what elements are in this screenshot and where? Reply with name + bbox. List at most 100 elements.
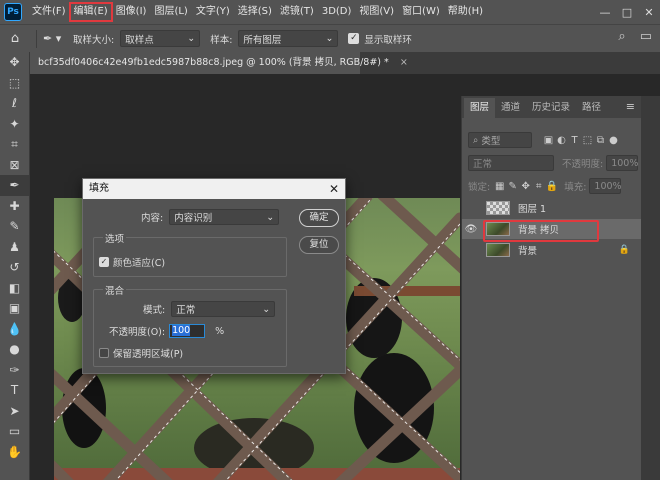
- tab-channels[interactable]: 通道: [495, 98, 526, 118]
- lock-image-icon[interactable]: ✎: [506, 181, 519, 192]
- eraser-tool-icon[interactable]: ◧: [0, 278, 29, 299]
- pen-tool-icon[interactable]: ✑: [0, 360, 29, 381]
- preserve-transparency-checkbox[interactable]: [99, 348, 109, 358]
- lock-transparent-icon[interactable]: ▦: [493, 181, 506, 192]
- type-tool-icon[interactable]: T: [0, 380, 29, 401]
- document-tab-bar: bcf35df0406c42e49fb1edc5987b88c8.jpeg @ …: [30, 52, 660, 74]
- layer-name: 图层 1: [518, 204, 547, 215]
- chevron-down-icon: ⌄: [266, 211, 275, 223]
- sample-label: 样本:: [210, 34, 233, 46]
- lasso-tool-icon[interactable]: ℓ: [0, 93, 29, 114]
- fill-field[interactable]: 100%: [589, 178, 622, 194]
- mode-row: 模式: 正常 ⌄: [143, 301, 276, 317]
- color-adapt-checkbox[interactable]: ✓: [99, 257, 109, 267]
- type-filter-icon[interactable]: T: [568, 135, 581, 146]
- marquee-tool-icon[interactable]: ⬚: [0, 73, 29, 94]
- content-value: 内容识别: [174, 213, 213, 224]
- ok-button[interactable]: 确定: [299, 209, 339, 227]
- workspace-icon[interactable]: ▭: [640, 29, 652, 44]
- dodge-tool-icon[interactable]: ●: [0, 339, 29, 360]
- move-tool-icon[interactable]: ✥: [0, 52, 29, 73]
- opacity-input[interactable]: 100: [169, 324, 206, 338]
- lock-position-icon[interactable]: ✥: [519, 181, 532, 192]
- panel-menu-icon[interactable]: ≡: [626, 100, 635, 113]
- opacity-field[interactable]: 100%: [606, 155, 638, 171]
- document-title: bcf35df0406c42e49fb1edc5987b88c8.jpeg @ …: [38, 57, 389, 68]
- opacity-unit: %: [215, 325, 225, 337]
- menu-3d[interactable]: 3D(D): [318, 3, 356, 21]
- path-selection-tool-icon[interactable]: ➤: [0, 401, 29, 422]
- menu-window[interactable]: 窗口(W): [398, 3, 444, 21]
- brush-tool-icon[interactable]: ✎: [0, 216, 29, 237]
- healing-brush-tool-icon[interactable]: ✚: [0, 196, 29, 217]
- blur-tool-icon[interactable]: 💧: [0, 319, 29, 340]
- tools-panel: ✥ ⬚ ℓ ✦ ⌗ ⊠ ✒ ✚ ✎ ♟ ↺ ◧ ▣ 💧 ● ✑ T ➤ ▭ ✋: [0, 52, 30, 480]
- tab-layers[interactable]: 图层: [464, 98, 496, 118]
- menu-view[interactable]: 视图(V): [355, 3, 398, 21]
- preserve-label: 保留透明区域(P): [113, 349, 184, 360]
- minimize-button[interactable]: —: [594, 0, 616, 24]
- opacity-label: 不透明度:: [562, 159, 604, 170]
- magic-wand-tool-icon[interactable]: ✦: [0, 114, 29, 135]
- blend-row: 正常 不透明度: 100%: [462, 155, 642, 171]
- divider: [36, 29, 37, 48]
- search-icon[interactable]: ⌕: [618, 29, 625, 44]
- menu-file[interactable]: 文件(F): [28, 3, 70, 21]
- history-brush-tool-icon[interactable]: ↺: [0, 257, 29, 278]
- menu-edit[interactable]: 编辑(E): [68, 2, 113, 22]
- rectangle-tool-icon[interactable]: ▭: [0, 421, 29, 442]
- sample-select[interactable]: 所有图层 ⌄: [238, 30, 339, 47]
- menu-bar: Ps 文件(F) 编辑(E) 图像(I) 图层(L) 文字(Y) 选择(S) 滤…: [0, 0, 660, 24]
- photoshop-logo: Ps: [4, 3, 22, 21]
- show-ring-checkbox[interactable]: ✓: [348, 33, 360, 44]
- lock-artboard-icon[interactable]: ⌗: [532, 181, 545, 192]
- lock-icon: 🔒: [618, 245, 630, 255]
- content-select[interactable]: 内容识别 ⌄: [169, 209, 280, 225]
- hand-tool-icon[interactable]: ✋: [0, 442, 29, 463]
- dialog-title: 填充: [89, 183, 109, 194]
- mode-select[interactable]: 正常 ⌄: [171, 301, 276, 317]
- smart-object-filter-icon[interactable]: ⧉: [594, 135, 607, 146]
- reset-button[interactable]: 复位: [299, 236, 339, 254]
- opacity-value: 100: [172, 325, 191, 336]
- blend-mode-select[interactable]: 正常: [468, 155, 554, 171]
- menu-image[interactable]: 图像(I): [112, 3, 151, 21]
- preserve-row: 保留透明区域(P): [99, 346, 183, 360]
- mode-value: 正常: [176, 305, 196, 316]
- crop-tool-icon[interactable]: ⌗: [0, 134, 29, 155]
- eyedropper-tool-icon[interactable]: ✒: [0, 175, 29, 196]
- close-window-button[interactable]: ✕: [638, 0, 660, 24]
- lock-all-icon[interactable]: 🔒: [545, 181, 558, 192]
- clone-stamp-tool-icon[interactable]: ♟: [0, 237, 29, 258]
- close-icon[interactable]: ✕: [329, 179, 339, 199]
- tab-history[interactable]: 历史记录: [526, 98, 576, 118]
- filter-toggle-icon[interactable]: ●: [607, 135, 620, 146]
- home-icon[interactable]: ⌂: [0, 31, 30, 46]
- adjustment-filter-icon[interactable]: ◐: [555, 135, 568, 146]
- pixel-filter-icon[interactable]: ▣: [542, 135, 555, 146]
- tab-paths[interactable]: 路径: [576, 98, 607, 118]
- gradient-tool-icon[interactable]: ▣: [0, 298, 29, 319]
- maximize-button[interactable]: □: [616, 0, 638, 24]
- layer-row-background[interactable]: 背景 🔒: [462, 240, 642, 260]
- frame-tool-icon[interactable]: ⊠: [0, 155, 29, 176]
- layer-row-layer1[interactable]: 图层 1: [462, 198, 642, 218]
- dialog-title-bar[interactable]: 填充 ✕: [83, 179, 345, 199]
- layer-filter-select[interactable]: ⌕ 类型: [468, 132, 532, 148]
- document-tab[interactable]: bcf35df0406c42e49fb1edc5987b88c8.jpeg @ …: [30, 52, 408, 74]
- eyedropper-preset-icon[interactable]: ✒ ▾: [43, 32, 73, 45]
- menu-filter[interactable]: 滤镜(T): [276, 3, 318, 21]
- sample-size-select[interactable]: 取样点 ⌄: [120, 30, 201, 47]
- chevron-down-icon: ⌄: [262, 303, 271, 315]
- close-tab-icon[interactable]: ×: [400, 57, 408, 68]
- menu-layer[interactable]: 图层(L): [150, 3, 191, 21]
- menu-select[interactable]: 选择(S): [234, 3, 276, 21]
- fill-label: 填充:: [564, 182, 587, 193]
- eye-icon[interactable]: 👁: [462, 224, 480, 235]
- shape-filter-icon[interactable]: ⬚: [581, 135, 594, 146]
- menu-type[interactable]: 文字(Y): [192, 3, 234, 21]
- opacity-label: 不透明度(O):: [109, 327, 166, 338]
- filter-row: ⌕ 类型 ▣ ◐ T ⬚ ⧉ ●: [462, 132, 642, 148]
- menu-help[interactable]: 帮助(H): [444, 3, 487, 21]
- fill-value: 100%: [594, 180, 622, 192]
